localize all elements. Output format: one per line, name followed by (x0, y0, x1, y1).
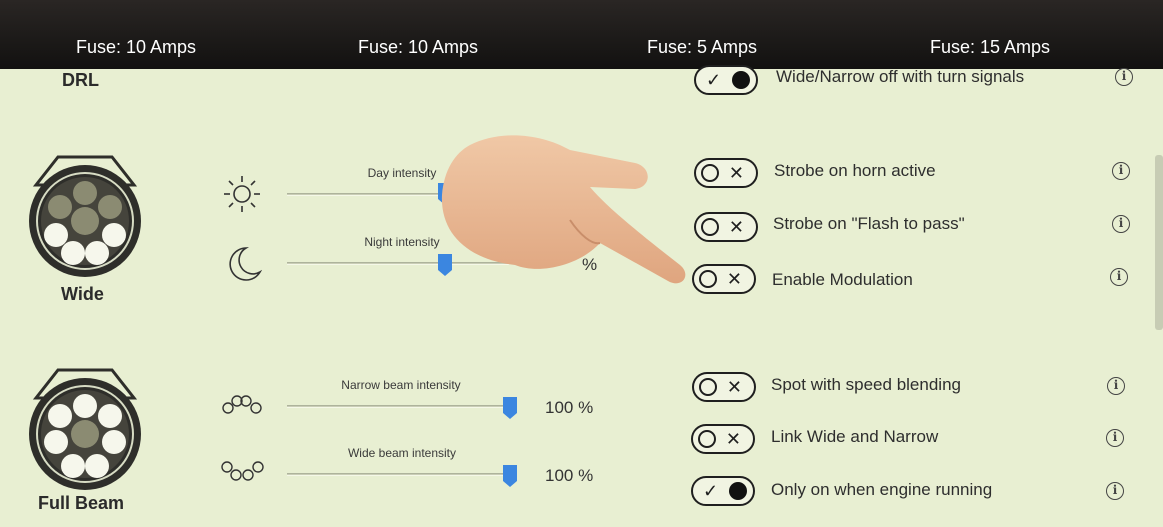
wide-beam-intensity-thumb[interactable] (503, 465, 517, 487)
narrow-beam-intensity-slider[interactable] (287, 405, 509, 408)
wide-section-title: Wide (61, 284, 104, 304)
cross-icon: ✕ (725, 429, 741, 449)
wide-beam-intensity-label: Wide beam intensity (347, 446, 457, 460)
toggle-knob (699, 270, 717, 288)
option-label: Only on when engine running (771, 480, 993, 499)
narrow-beam-intensity-thumb[interactable] (503, 397, 517, 419)
full-beam-section-title: Full Beam (38, 493, 125, 513)
toggle-spot-speed-blending[interactable]: ✕ (692, 372, 756, 402)
toggle-knob (701, 218, 719, 236)
toggle-knob (701, 164, 719, 182)
toggle-knob (732, 71, 750, 89)
info-icon[interactable]: i (1112, 215, 1130, 233)
wide-beam-intensity-value: 100 % (545, 466, 594, 485)
wide-beam-intensity-slider[interactable] (287, 473, 509, 476)
info-icon[interactable]: i (1110, 268, 1128, 286)
fuse-label: Fuse: 10 Amps (358, 37, 479, 57)
full-beam-lamp-icon (29, 368, 141, 490)
option-label: Wide/Narrow off with turn signals (776, 67, 1025, 86)
drl-section-title: DRL (62, 70, 99, 90)
cross-icon: ✕ (728, 217, 744, 237)
toggle-strobe-horn[interactable]: ✕ (694, 158, 758, 188)
toggle-strobe-flash-to-pass[interactable]: ✕ (694, 212, 758, 242)
toggle-enable-modulation[interactable]: ✕ (692, 264, 756, 294)
info-icon[interactable]: i (1112, 162, 1130, 180)
cross-icon: ✕ (726, 377, 742, 397)
option-label: Enable Modulation (772, 270, 913, 289)
toggle-knob (699, 378, 717, 396)
toggle-link-wide-narrow[interactable]: ✕ (691, 424, 755, 454)
cross-icon: ✕ (726, 269, 742, 289)
info-icon[interactable]: i (1106, 429, 1124, 447)
sun-icon (224, 176, 260, 212)
info-icon[interactable]: i (1115, 68, 1133, 86)
scrollbar[interactable] (1155, 155, 1163, 330)
narrow-beam-intensity-value: 100 % (545, 398, 594, 417)
fuse-header-bar: Fuse: 10 Amps Fuse: 10 Amps Fuse: 5 Amps… (0, 0, 1163, 69)
check-icon: ✓ (706, 70, 722, 90)
option-label: Spot with speed blending (771, 375, 961, 394)
toggle-only-engine-running[interactable]: ✓ (691, 476, 755, 506)
fuse-label: Fuse: 5 Amps (647, 37, 758, 57)
toggle-wide-narrow-off-turn-signals[interactable]: ✓ (694, 65, 758, 95)
toggle-knob (698, 430, 716, 448)
wide-lamp-icon (29, 155, 141, 277)
option-label: Strobe on horn active (774, 161, 936, 180)
fuse-label: Fuse: 15 Amps (930, 37, 1051, 57)
info-icon[interactable]: i (1106, 482, 1124, 500)
check-icon: ✓ (703, 481, 719, 501)
wide-beam-icon (221, 461, 264, 481)
moon-icon (229, 247, 262, 281)
option-label: Strobe on "Flash to pass" (773, 214, 965, 233)
fuse-label: Fuse: 10 Amps (76, 37, 197, 57)
narrow-beam-intensity-label: Narrow beam intensity (341, 378, 461, 392)
narrow-beam-icon (222, 395, 262, 414)
toggle-knob (729, 482, 747, 500)
cross-icon: ✕ (728, 163, 744, 183)
info-icon[interactable]: i (1107, 377, 1125, 395)
pointing-hand-icon (441, 135, 686, 284)
option-label: Link Wide and Narrow (771, 427, 939, 446)
